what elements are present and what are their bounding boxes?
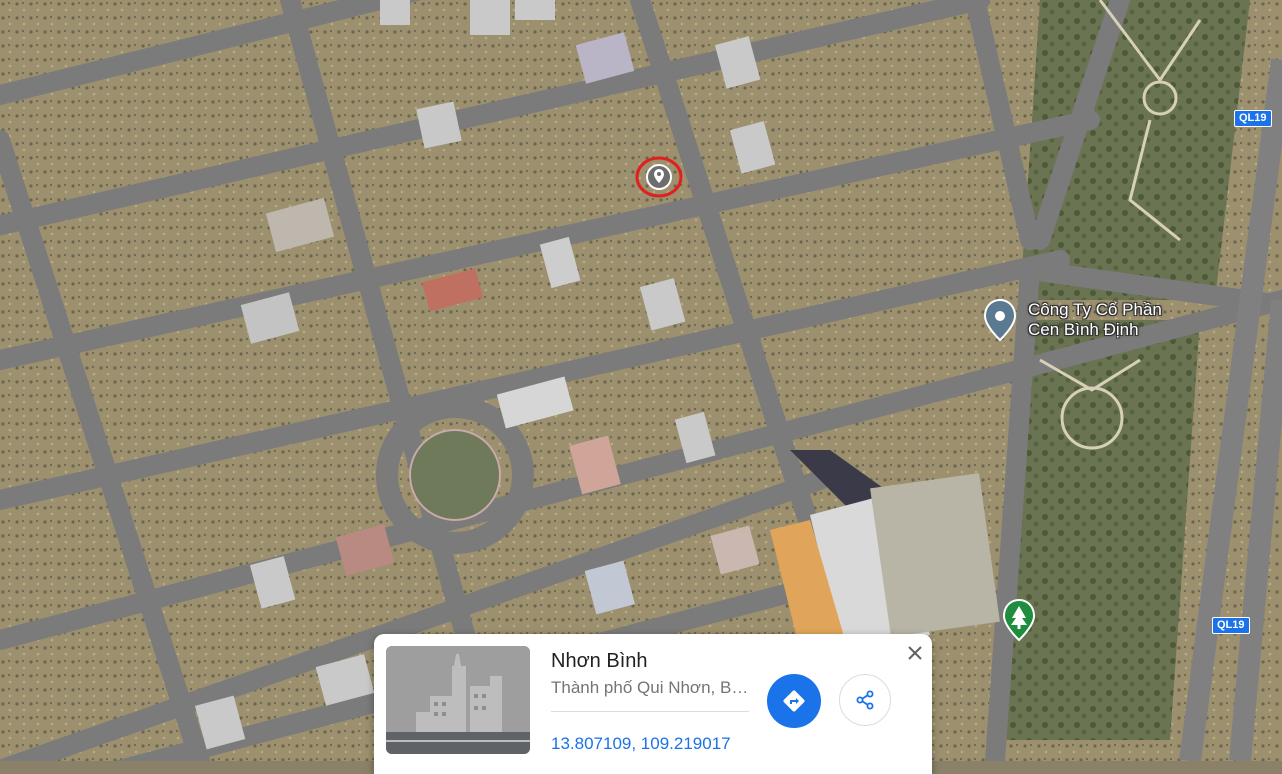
company-label-line2: Cen Bình Định (1028, 320, 1139, 339)
close-button[interactable] (902, 640, 928, 666)
company-label-line1: Công Ty Cổ Phần (1028, 300, 1162, 319)
roundabout-center (409, 429, 501, 521)
close-icon (908, 646, 922, 660)
city-placeholder-icon (386, 646, 530, 754)
field-lot (870, 473, 1000, 637)
place-thumbnail[interactable] (386, 646, 530, 754)
place-info-card[interactable]: Nhơn Bình Thành phố Qui Nhơn, Bình Định … (374, 634, 932, 774)
share-button[interactable] (839, 674, 891, 726)
directions-button[interactable] (767, 674, 821, 728)
share-icon (856, 690, 874, 710)
highway-shield-ql19-top: QL19 (1234, 110, 1272, 127)
directions-icon (783, 690, 805, 712)
company-label[interactable]: Công Ty Cổ Phần Cen Bình Định (1028, 300, 1162, 340)
company-poi-marker[interactable] (983, 298, 1017, 342)
tree-icon (1002, 598, 1036, 642)
card-divider (551, 711, 749, 712)
place-title: Nhơn Bình (551, 650, 648, 672)
location-pin-icon (635, 156, 683, 198)
coordinates-link[interactable]: 13.807109, 109.219017 (551, 734, 731, 754)
place-subtitle: Thành phố Qui Nhơn, Bình Định (551, 678, 751, 697)
dropped-pin-marker[interactable] (634, 154, 684, 200)
highway-shield-ql19-bottom: QL19 (1212, 617, 1250, 634)
place-pin-icon (983, 298, 1017, 342)
park-poi-marker[interactable] (1002, 598, 1036, 642)
